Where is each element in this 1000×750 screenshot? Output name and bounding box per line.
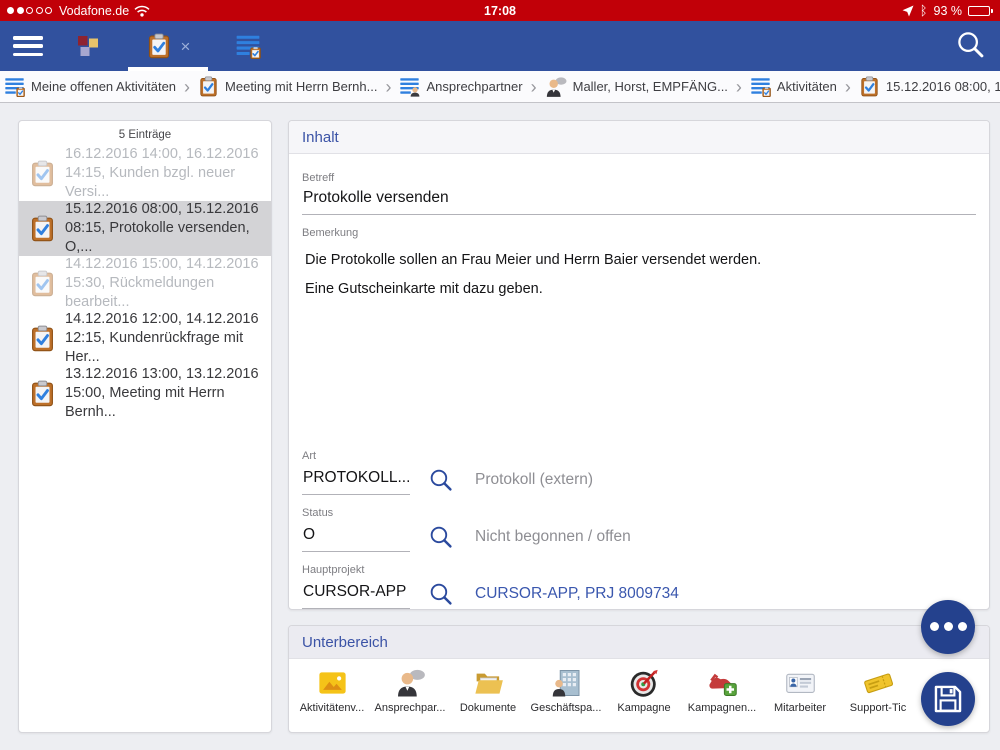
art-lookup-icon[interactable]	[428, 467, 453, 492]
list-item[interactable]: 14.12.2016 15:00, 14.12.2016 15:30, Rück…	[19, 256, 271, 311]
hauptprojekt-label: Hauptprojekt	[302, 564, 976, 576]
status-bar: Vodafone.de 17:08 ᛒ 93 %	[0, 0, 1000, 21]
chevron-right-icon: ›	[184, 78, 190, 96]
tab-strip: ×	[48, 21, 288, 71]
art-display-text: Protokoll (extern)	[475, 471, 593, 489]
activity-list-panel: 5 Einträge 16.12.2016 14:00, 16.12.2016 …	[18, 120, 272, 733]
hauptprojekt-link[interactable]: CURSOR-APP, PRJ 8009734	[475, 585, 679, 603]
nav-bar: ×	[0, 21, 1000, 71]
tab-activity-list[interactable]	[208, 21, 288, 71]
activity-list-icon	[4, 76, 25, 97]
business-partner-icon	[551, 668, 582, 698]
activity-clipboard-icon	[29, 215, 56, 242]
status-lookup-icon[interactable]	[428, 524, 453, 549]
art-field[interactable]: PROTOKOLL...	[302, 464, 410, 495]
contact-person-icon	[545, 76, 567, 98]
breadcrumb-item-contact-maller[interactable]: Maller, Horst, EMPFÄNG...	[545, 76, 728, 98]
list-item[interactable]: 14.12.2016 12:00, 14.12.2016 12:15, Kund…	[19, 311, 271, 366]
floppy-disk-icon	[931, 682, 965, 716]
activity-clipboard-icon	[29, 380, 56, 407]
app-screen: Vodafone.de 17:08 ᛒ 93 % ×	[0, 0, 1000, 750]
page-body: 5 Einträge 16.12.2016 14:00, 16.12.2016 …	[0, 103, 1000, 750]
close-tab-icon[interactable]: ×	[181, 38, 191, 55]
entry-count-label: 5 Einträge	[19, 121, 271, 146]
contact-list-icon	[399, 76, 420, 97]
bluetooth-icon: ᛒ	[920, 4, 928, 17]
image-icon	[316, 668, 349, 698]
battery-percent-label: 93 %	[934, 4, 963, 18]
battery-icon	[968, 6, 993, 16]
subarea-item-geschaeftspartner[interactable]: Geschäftspa...	[527, 668, 605, 714]
chevron-right-icon: ›	[531, 78, 537, 96]
bemerkung-line: Eine Gutscheinkarte mit dazu geben.	[305, 281, 976, 297]
breadcrumb-item-meeting[interactable]: Meeting mit Herrn Bernh...	[198, 76, 377, 97]
bemerkung-label: Bemerkung	[302, 227, 976, 239]
subarea-item-support-ticket[interactable]: Support-Tic	[839, 668, 917, 714]
dashboard-grid-icon	[76, 34, 100, 58]
status-field[interactable]: O	[302, 521, 410, 552]
location-arrow-icon	[902, 5, 914, 17]
contact-person-icon	[395, 668, 426, 698]
carrier-label: Vodafone.de	[59, 4, 129, 18]
betreff-field[interactable]: Protokolle versenden	[302, 184, 976, 215]
ticket-icon	[863, 668, 894, 698]
save-button[interactable]	[921, 672, 975, 726]
activity-list-icon	[750, 76, 771, 97]
activity-clipboard-icon	[146, 33, 172, 59]
subarea-item-kampagnenteilnahme[interactable]: Kampagnen...	[683, 668, 761, 714]
subarea-item-ansprechpartner[interactable]: Ansprechpar...	[371, 668, 449, 714]
breadcrumb: Meine offenen Aktivitäten › Meeting mit …	[0, 71, 1000, 103]
bemerkung-line: Die Protokolle sollen an Frau Meier und …	[305, 252, 976, 268]
subarea-section: Unterbereich Aktivitätenv... Ansprechpar…	[288, 625, 990, 733]
activity-clipboard-icon	[198, 76, 219, 97]
subarea-item-aktivitaetenverknuepfung[interactable]: Aktivitätenv...	[293, 668, 371, 714]
status-display-text: Nicht begonnen / offen	[475, 528, 631, 546]
activity-list-icon	[235, 33, 261, 59]
wifi-icon	[134, 5, 150, 17]
tab-dashboard[interactable]	[48, 21, 128, 71]
subarea-item-mitarbeiter[interactable]: Mitarbeiter	[761, 668, 839, 714]
list-item[interactable]: 16.12.2016 14:00, 16.12.2016 14:15, Kund…	[19, 146, 271, 201]
activity-clipboard-icon	[29, 160, 56, 187]
content-section: Inhalt Betreff Protokolle versenden Beme…	[288, 120, 990, 610]
activity-clipboard-icon	[29, 270, 56, 297]
betreff-label: Betreff	[302, 172, 976, 184]
status-label: Status	[302, 507, 976, 519]
breadcrumb-item-current-activity[interactable]: 15.12.2016 08:00, 15.12....	[859, 76, 1000, 97]
menu-icon[interactable]	[13, 36, 43, 56]
more-options-button[interactable]	[921, 600, 975, 654]
bemerkung-field[interactable]: Die Protokolle sollen an Frau Meier und …	[302, 252, 976, 438]
breadcrumb-item-contacts[interactable]: Ansprechpartner	[399, 76, 522, 97]
chevron-right-icon: ›	[736, 78, 742, 96]
list-item-selected[interactable]: 15.12.2016 08:00, 15.12.2016 08:15, Prot…	[19, 201, 271, 256]
id-card-icon	[785, 668, 816, 698]
cell-signal-icon	[7, 7, 52, 14]
tab-activity-detail[interactable]: ×	[128, 21, 208, 71]
campaign-participation-icon	[707, 668, 738, 698]
art-label: Art	[302, 450, 976, 462]
folder-icon	[472, 668, 505, 698]
activity-clipboard-icon	[859, 76, 880, 97]
chevron-right-icon: ›	[845, 78, 851, 96]
target-icon	[629, 668, 660, 698]
breadcrumb-item-open-activities[interactable]: Meine offenen Aktivitäten	[4, 76, 176, 97]
activity-clipboard-icon	[29, 325, 56, 352]
list-item[interactable]: 13.12.2016 13:00, 13.12.2016 15:00, Meet…	[19, 366, 271, 421]
subarea-item-kampagne[interactable]: Kampagne	[605, 668, 683, 714]
hauptprojekt-field[interactable]: CURSOR-APP	[302, 578, 410, 609]
breadcrumb-item-activities[interactable]: Aktivitäten	[750, 76, 837, 97]
subarea-row: Aktivitätenv... Ansprechpar... Dokumente…	[289, 659, 989, 714]
section-title: Inhalt	[289, 121, 989, 154]
hauptprojekt-lookup-icon[interactable]	[428, 581, 453, 606]
section-title: Unterbereich	[289, 626, 989, 659]
search-icon[interactable]	[955, 29, 985, 64]
clock-label: 17:08	[307, 4, 693, 18]
subarea-item-dokumente[interactable]: Dokumente	[449, 668, 527, 714]
chevron-right-icon: ›	[385, 78, 391, 96]
ellipsis-icon	[927, 618, 969, 636]
